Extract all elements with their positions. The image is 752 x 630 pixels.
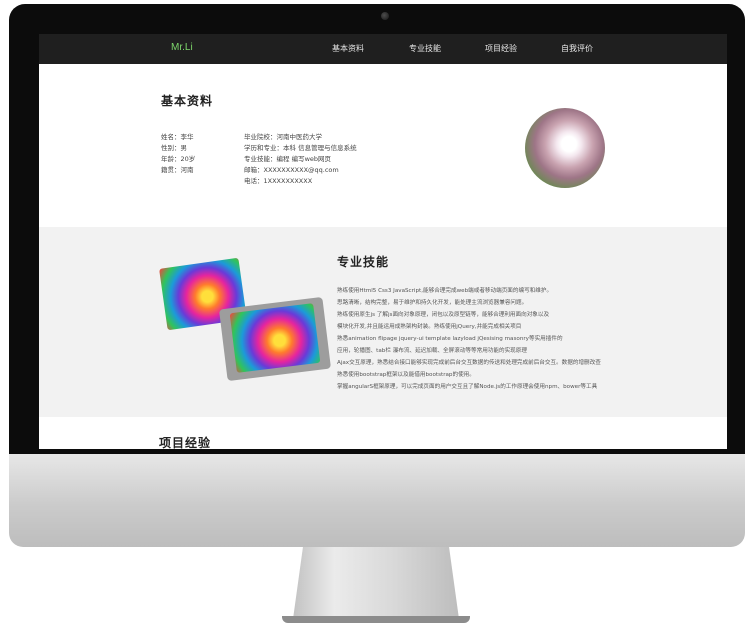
basic-info-gender: 性别：男 xyxy=(161,144,187,152)
skills-title: 专业技能 xyxy=(337,255,390,269)
basic-info-major: 学历和专业：本科 信息管理与信息系统 xyxy=(244,144,357,152)
avatar-dandelion xyxy=(525,108,605,188)
basic-info-hometown: 籍贯：河南 xyxy=(161,166,194,174)
skill-line: 模块化开发,并且能运用成熟架构封装。熟练使用jQuery,并能完成相关项目 xyxy=(337,324,522,330)
monitor-stand xyxy=(293,547,459,619)
nav-basic-info[interactable]: 基本资料 xyxy=(332,43,364,54)
nav-skills[interactable]: 专业技能 xyxy=(409,43,441,54)
basic-info-school: 毕业院校：河南中医药大学 xyxy=(244,133,322,141)
basic-info-name: 姓名：李华 xyxy=(161,133,194,141)
skill-line: 掌握angularS框架原理，可以完成页面的用户交互且了解Node.js的工作原… xyxy=(337,384,598,390)
skill-line: 熟练使用原生js 了解js面向对象原理，闭包以及原型链等，能够合理利用面向对象以… xyxy=(337,312,550,318)
skill-line: 熟练使用Html5 Css3 JavaScript,能够合理完成web端或者移动… xyxy=(337,288,553,294)
basic-info-title: 基本资料 xyxy=(161,94,214,108)
skill-line: 熟悉使用bootstrap框架以及能借用bootstrap的使用。 xyxy=(337,372,475,378)
skills-section: 专业技能 熟练使用Html5 Css3 JavaScript,能够合理完成web… xyxy=(39,227,727,417)
skill-line: 应用，轮播图、tab栏 瀑布流、延迟加载、全屏滚动等等常用功能的实现原理 xyxy=(337,348,527,354)
basic-info-phone: 电话：1XXXXXXXXXX xyxy=(244,177,313,185)
nav-self-evaluation[interactable]: 自我评价 xyxy=(561,43,593,54)
nav-projects[interactable]: 项目经验 xyxy=(485,43,517,54)
monitor-base xyxy=(282,616,470,623)
brand-logo[interactable]: Mr.Li xyxy=(171,42,193,53)
skill-line: Ajax交互原理，熟悉结合接口能够实现完成前后台交互数据的传送和处理完成前后台交… xyxy=(337,360,601,366)
laptop-screen-image xyxy=(229,303,321,373)
webcam xyxy=(381,12,389,20)
navbar: Mr.Li 基本资料 专业技能 项目经验 自我评价 xyxy=(39,34,727,64)
basic-info-skills: 专业技能：编程 编写web网页 xyxy=(244,155,332,163)
basic-info-email: 邮箱：XXXXXXXXXX@qq.com xyxy=(244,166,339,174)
screen: Mr.Li 基本资料 专业技能 项目经验 自我评价 基本资料 姓名：李华 性别：… xyxy=(39,34,727,449)
skill-line: 思路清晰，结构完整，易于维护和持久化开发，能处理主流浏览器兼容问题。 xyxy=(337,300,528,306)
skill-line: 熟悉animation flipage jquery-ui template l… xyxy=(337,336,563,342)
basic-info-age: 年龄：20岁 xyxy=(161,155,196,163)
monitor-chin xyxy=(9,454,745,547)
projects-title: 项目经验 xyxy=(159,436,212,449)
